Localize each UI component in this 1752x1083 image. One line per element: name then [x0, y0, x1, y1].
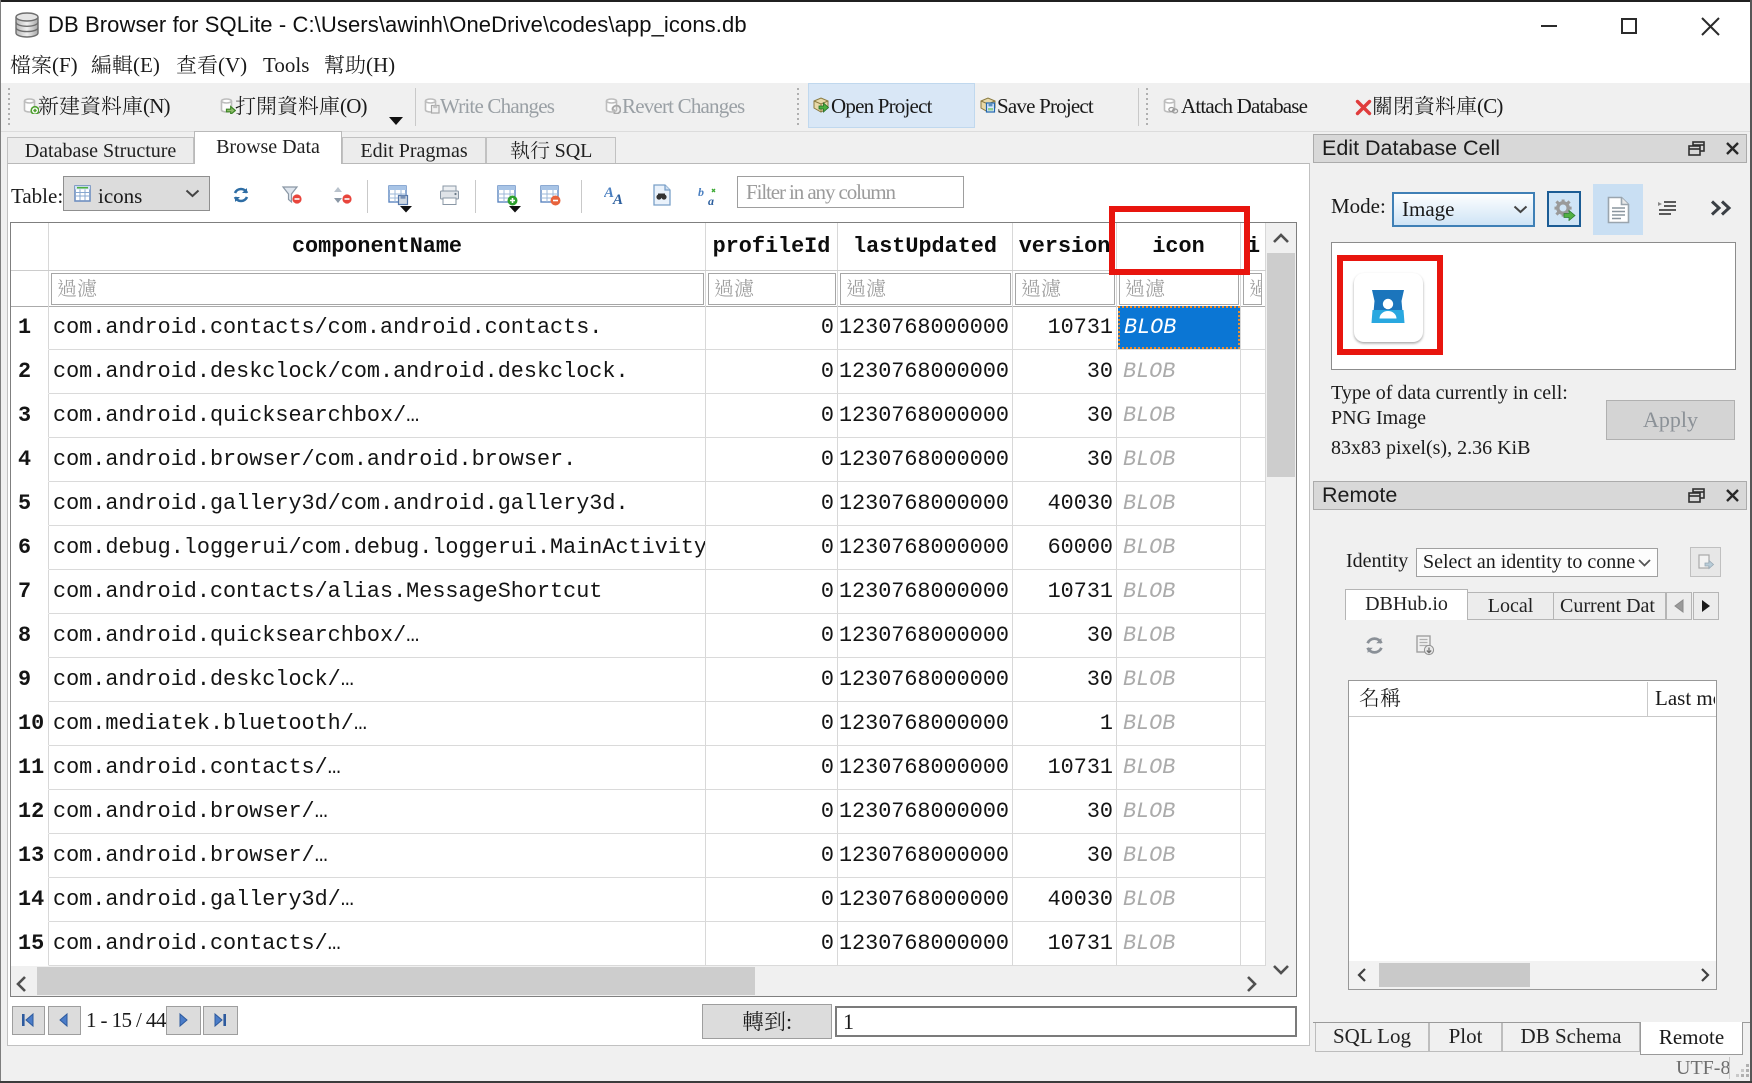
- svg-text:A: A: [612, 192, 623, 205]
- svg-text:a: a: [708, 194, 714, 206]
- svg-text:b: b: [698, 186, 704, 199]
